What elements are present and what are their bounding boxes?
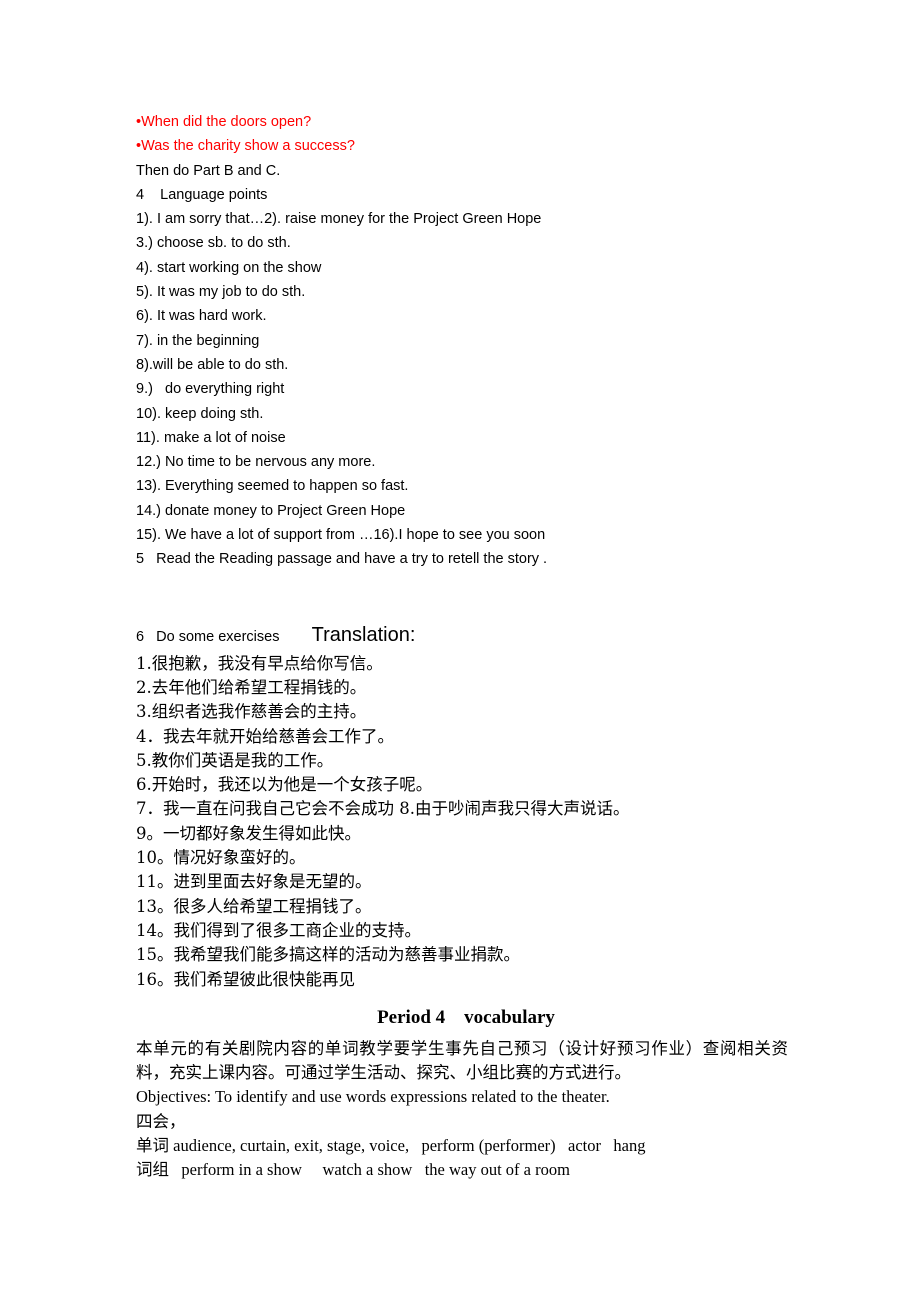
language-point-5: 6). It was hard work. bbox=[136, 308, 267, 325]
period-4-intro-paragraph: 本单元的有关剧院内容的单词教学要学生事先自己预习（设计好预习作业）查阅相关资料，… bbox=[136, 1038, 788, 1083]
language-point-2: 3.) choose sb. to do sth. bbox=[136, 235, 291, 252]
translation-sentence-11: 11。进到里面去好象是无望的。 bbox=[136, 872, 372, 892]
translation-sentence-16: 16。我们希望彼此很快能再见 bbox=[136, 969, 355, 989]
translation-sentence-15: 15。我希望我们能多搞这样的活动为慈善事业捐款。 bbox=[136, 945, 520, 965]
phrases-list: perform in a show watch a show the way o… bbox=[169, 1160, 570, 1180]
four-skills-label: 四会， bbox=[136, 1111, 186, 1131]
language-point-3: 4). start working on the show bbox=[136, 259, 322, 276]
translation-sentence-4: 4．我去年就开始给慈善会工作了。 bbox=[136, 726, 394, 746]
language-point-13: 14.) donate money to Project Green Hope bbox=[136, 502, 406, 519]
translation-sentence-7: 7．我一直在问我自己它会不会成功 8.由于吵闹声我只得大声说话。 bbox=[136, 799, 630, 819]
translation-sentence-10: 10。情况好象蛮好的。 bbox=[136, 848, 306, 868]
translation-sentence-1: 1.很抱歉，我没有早点给你写信。 bbox=[136, 653, 383, 673]
section-heading-read-passage: 5 Read the Reading passage and have a tr… bbox=[136, 551, 548, 568]
section-heading-exercises: 6 Do some exercises Translation: bbox=[136, 620, 796, 652]
translation-sentence-6: 6.开始时，我还以为他是一个女孩子呢。 bbox=[136, 775, 433, 795]
translation-sentence-14: 14。我们得到了很多工商企业的支持。 bbox=[136, 920, 421, 940]
translation-sentence-2: 2.去年他们给希望工程捐钱的。 bbox=[136, 677, 367, 697]
translation-sentence-9: 9。一切都好象发生得如此快。 bbox=[136, 823, 361, 843]
period-4-heading: Period 4 vocabulary bbox=[377, 1006, 555, 1028]
language-point-14: 15). We have a lot of support from …16).… bbox=[136, 527, 546, 544]
translation-sentence-5: 5.教你们英语是我的工作。 bbox=[136, 750, 334, 770]
language-point-12: 13). Everything seemed to happen so fast… bbox=[136, 478, 409, 495]
document-page: •When did the doors open? •Was the chari… bbox=[0, 0, 920, 1302]
translation-sentence-3: 3.组织者选我作慈善会的主持。 bbox=[136, 702, 367, 722]
translation-sentence-13: 13。很多人给希望工程捐钱了。 bbox=[136, 896, 372, 916]
vocabulary-words-row: 单词 audience, curtain, exit, stage, voice… bbox=[136, 1134, 796, 1158]
language-point-9: 10). keep doing sth. bbox=[136, 405, 264, 422]
language-point-7: 8).will be able to do sth. bbox=[136, 356, 289, 373]
language-point-1: 1). I am sorry that…2). raise money for … bbox=[136, 211, 542, 228]
question-bullet-2: •Was the charity show a success? bbox=[136, 138, 355, 155]
words-list: audience, curtain, exit, stage, voice, p… bbox=[169, 1135, 646, 1155]
translation-label: Translation: bbox=[311, 623, 416, 646]
exercises-label: 6 Do some exercises bbox=[136, 628, 312, 645]
language-point-11: 12.) No time to be nervous any more. bbox=[136, 454, 376, 471]
words-label: 单词 bbox=[136, 1135, 169, 1155]
phrases-label: 词组 bbox=[136, 1160, 169, 1180]
language-point-8: 9.) do everything right bbox=[136, 381, 285, 398]
vocabulary-phrases-row: 词组 perform in a show watch a show the wa… bbox=[136, 1158, 796, 1182]
language-point-10: 11). make a lot of noise bbox=[136, 429, 286, 446]
question-bullet-1: •When did the doors open? bbox=[136, 114, 312, 130]
then-do-part-line: Then do Part B and C. bbox=[136, 162, 281, 179]
section-heading-language-points: 4 Language points bbox=[136, 186, 268, 203]
language-point-6: 7). in the beginning bbox=[136, 332, 260, 349]
document-content: •When did the doors open? •Was the chari… bbox=[136, 110, 796, 1183]
period-4-objectives: Objectives: To identify and use words ex… bbox=[136, 1087, 610, 1107]
language-point-4: 5). It was my job to do sth. bbox=[136, 284, 306, 301]
